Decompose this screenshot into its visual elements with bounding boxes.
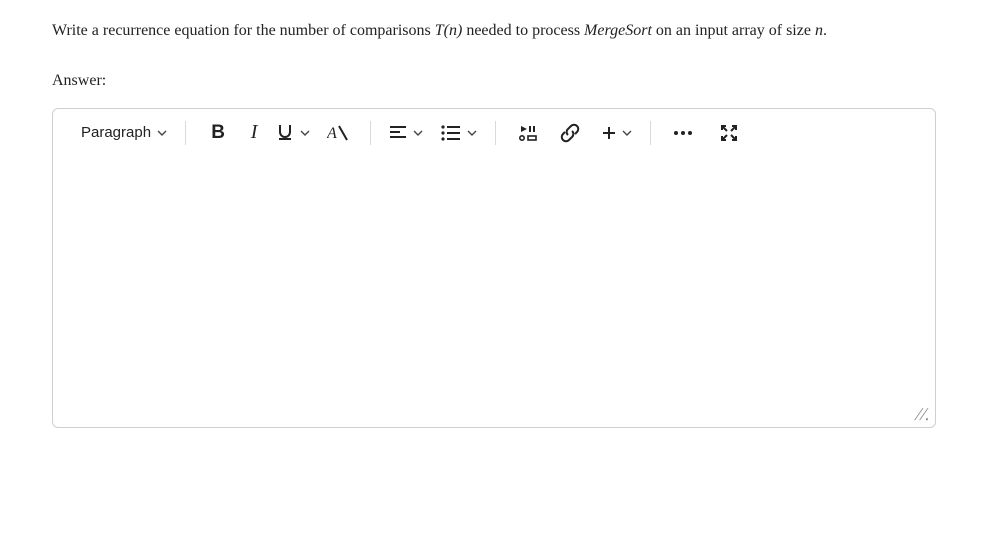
link-button[interactable] — [556, 119, 584, 147]
chevron-down-icon — [622, 128, 632, 138]
plus-icon — [602, 126, 616, 140]
bold-icon: B — [211, 122, 225, 144]
media-player-icon — [518, 124, 538, 142]
paragraph-dropdown[interactable]: Paragraph — [81, 119, 167, 147]
italic-button[interactable]: I — [240, 119, 268, 147]
clear-format-button[interactable]: A — [324, 119, 352, 147]
italic-icon: I — [251, 121, 258, 144]
list-icon — [441, 125, 461, 141]
question-pre: Write a recurrence equation for the numb… — [52, 22, 435, 39]
question-text: Write a recurrence equation for the numb… — [52, 18, 936, 44]
svg-text:A: A — [327, 125, 337, 142]
bold-button[interactable]: B — [204, 119, 232, 147]
insert-plus-button[interactable] — [602, 119, 632, 147]
underline-icon — [276, 123, 294, 143]
align-button[interactable] — [389, 119, 423, 147]
toolbar-separator — [370, 121, 371, 145]
link-icon — [560, 123, 580, 143]
answer-label: Answer: — [52, 72, 936, 90]
question-post1: on an input array of size — [652, 22, 815, 39]
tn-var: T(n) — [435, 22, 463, 39]
clear-format-icon: A — [327, 123, 349, 143]
more-button[interactable] — [669, 119, 697, 147]
question-mid: needed to process — [462, 22, 584, 39]
toolbar-separator — [185, 121, 186, 145]
toolbar-separator — [650, 121, 651, 145]
chevron-down-icon — [157, 128, 167, 138]
question-post2: . — [823, 22, 827, 39]
mergesort-word: MergeSort — [584, 22, 652, 39]
fullscreen-button[interactable] — [715, 119, 743, 147]
chevron-down-icon — [467, 128, 477, 138]
n-var: n — [815, 22, 823, 39]
toolbar-separator — [495, 121, 496, 145]
media-button[interactable] — [514, 119, 542, 147]
chevron-down-icon — [413, 128, 423, 138]
paragraph-label: Paragraph — [81, 124, 151, 141]
fullscreen-icon — [720, 124, 738, 142]
editor-toolbar: Paragraph B I — [53, 109, 935, 157]
more-dots-icon — [673, 130, 693, 136]
rich-text-editor: Paragraph B I — [52, 108, 936, 428]
chevron-down-icon — [300, 128, 310, 138]
editor-textarea[interactable] — [54, 158, 934, 426]
underline-button[interactable] — [276, 119, 310, 147]
align-left-icon — [389, 125, 407, 141]
list-button[interactable] — [441, 119, 477, 147]
